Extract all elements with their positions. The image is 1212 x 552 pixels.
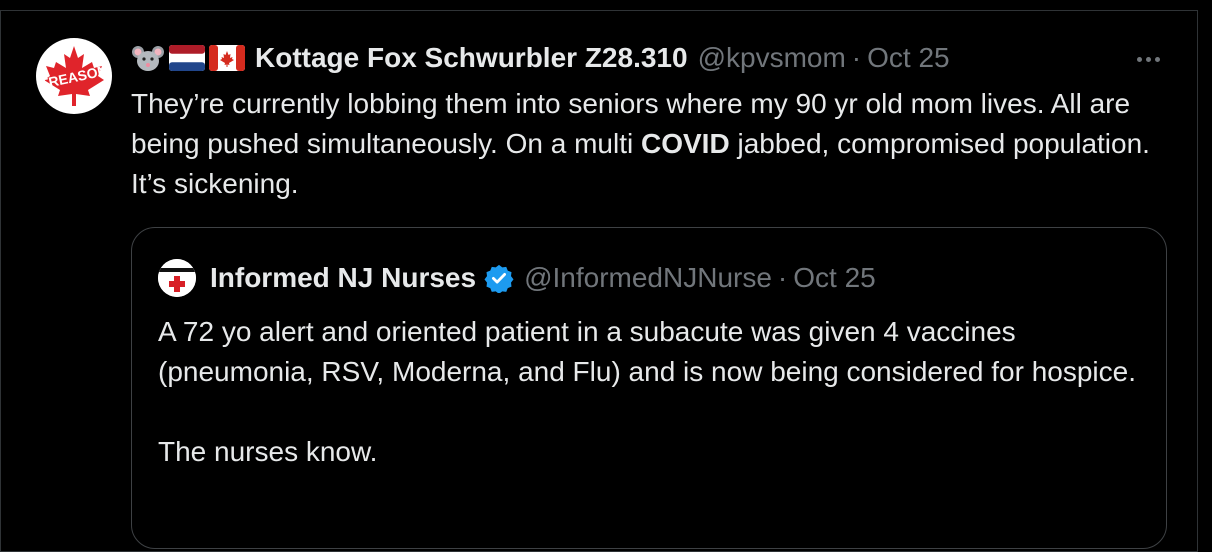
author-name[interactable]: Kottage Fox Schwurbler Z28.310	[255, 42, 688, 74]
more-dot-icon	[1154, 56, 1160, 62]
author-handle[interactable]: @kpvsmom	[698, 42, 846, 74]
tweet-text-bold: COVID	[641, 128, 730, 159]
tweet-text: They’re currently lobbing them into seni…	[131, 84, 1171, 204]
quoted-paragraph-2: The nurses know.	[158, 436, 378, 467]
separator-dot: ·	[851, 42, 862, 73]
nurse-cap-icon	[158, 259, 196, 297]
quoted-author-handle[interactable]: @InformedNJNurse	[524, 262, 772, 294]
quoted-tweet-text: A 72 yo alert and oriented patient in a …	[158, 312, 1148, 472]
quoted-author-name[interactable]: Informed NJ Nurses	[210, 262, 476, 294]
canada-flag-icon	[209, 45, 245, 71]
quoted-separator-dot: ·	[777, 262, 788, 293]
more-dot-icon	[1136, 56, 1142, 62]
more-dot-icon	[1145, 56, 1151, 62]
mouse-face-icon	[131, 43, 165, 73]
quoted-tweet-date[interactable]: Oct 25	[793, 262, 875, 294]
quoted-avatar[interactable]	[158, 259, 196, 297]
netherlands-flag-icon	[169, 45, 205, 71]
more-options-button[interactable]	[1128, 44, 1168, 74]
quoted-paragraph-1: A 72 yo alert and oriented patient in a …	[158, 316, 1136, 387]
avatar[interactable]: TREASON	[36, 38, 112, 114]
verified-badge-icon	[484, 263, 514, 293]
quoted-tweet-header: Informed NJ Nurses @InformedNJNurse · Oc…	[158, 259, 876, 297]
maple-leaf-icon: TREASON	[39, 46, 109, 106]
tweet-date[interactable]: Oct 25	[867, 42, 949, 74]
tweet-header: Kottage Fox Schwurbler Z28.310 @kpvsmom …	[131, 40, 950, 76]
quoted-tweet-card[interactable]: Informed NJ Nurses @InformedNJNurse · Oc…	[131, 227, 1167, 549]
